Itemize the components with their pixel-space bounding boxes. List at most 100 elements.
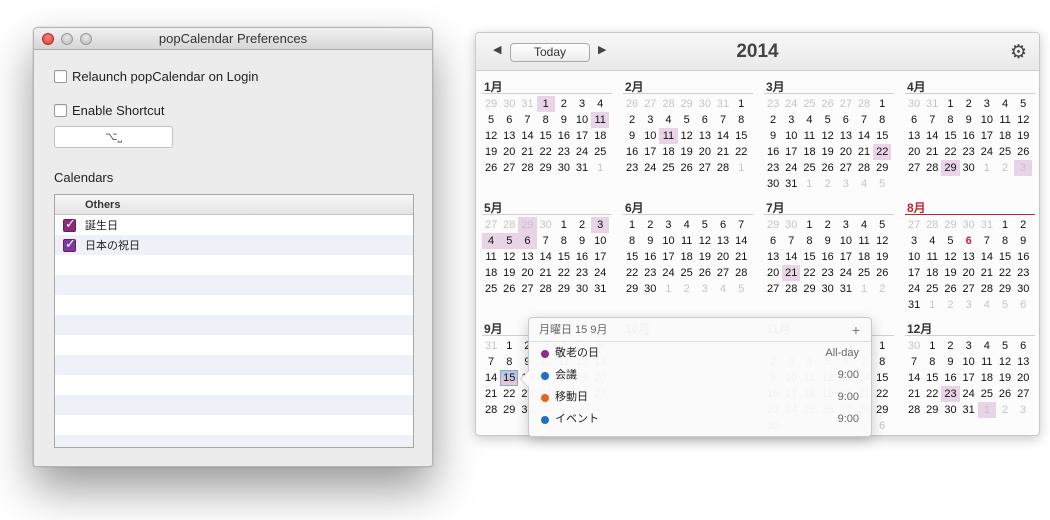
- day-cell[interactable]: 31: [782, 176, 800, 192]
- day-cell[interactable]: 13: [500, 128, 518, 144]
- day-cell[interactable]: 22: [923, 386, 941, 402]
- day-cell[interactable]: 8: [996, 233, 1014, 249]
- day-cell[interactable]: 12: [996, 354, 1014, 370]
- day-cell[interactable]: 28: [978, 281, 996, 297]
- day-cell[interactable]: 11: [678, 233, 696, 249]
- day-cell[interactable]: 4: [923, 233, 941, 249]
- day-cell[interactable]: 22: [800, 265, 818, 281]
- day-cell[interactable]: 3: [696, 281, 714, 297]
- day-cell[interactable]: 9: [555, 112, 573, 128]
- day-cell[interactable]: 23: [641, 265, 659, 281]
- day-cell[interactable]: 27: [905, 160, 923, 176]
- day-cell[interactable]: 15: [500, 370, 519, 386]
- day-cell[interactable]: 20: [1014, 370, 1032, 386]
- day-cell[interactable]: 18: [996, 128, 1014, 144]
- day-cell[interactable]: 12: [819, 128, 837, 144]
- day-cell[interactable]: 24: [591, 265, 609, 281]
- day-cell[interactable]: 8: [537, 112, 555, 128]
- day-cell[interactable]: 30: [819, 281, 837, 297]
- day-cell[interactable]: 29: [623, 281, 641, 297]
- day-cell[interactable]: 7: [855, 112, 873, 128]
- day-cell[interactable]: 14: [782, 249, 800, 265]
- relaunch-checkbox[interactable]: [54, 70, 67, 83]
- day-cell[interactable]: 5: [678, 112, 696, 128]
- day-cell[interactable]: 27: [641, 96, 659, 112]
- day-cell[interactable]: 11: [855, 233, 873, 249]
- day-cell[interactable]: 23: [1014, 265, 1032, 281]
- day-cell[interactable]: 24: [978, 144, 996, 160]
- day-cell[interactable]: 30: [782, 217, 800, 233]
- day-cell[interactable]: 5: [996, 297, 1014, 313]
- day-cell[interactable]: 13: [764, 249, 782, 265]
- day-cell[interactable]: 3: [591, 217, 610, 233]
- day-cell[interactable]: 21: [855, 144, 873, 160]
- day-cell[interactable]: 21: [978, 265, 996, 281]
- day-cell[interactable]: 20: [696, 144, 714, 160]
- day-cell[interactable]: 10: [782, 128, 800, 144]
- day-cell[interactable]: 11: [482, 249, 500, 265]
- day-cell[interactable]: 15: [537, 128, 555, 144]
- day-cell[interactable]: 29: [518, 217, 537, 233]
- day-cell[interactable]: 3: [573, 96, 591, 112]
- shortcut-recorder[interactable]: ⌥⎵: [54, 126, 173, 148]
- day-cell[interactable]: 31: [905, 297, 923, 313]
- day-cell[interactable]: 18: [482, 265, 500, 281]
- day-cell[interactable]: 25: [923, 281, 941, 297]
- day-cell[interactable]: 26: [873, 265, 891, 281]
- day-cell[interactable]: 5: [500, 233, 519, 249]
- day-cell[interactable]: 27: [764, 281, 782, 297]
- day-cell[interactable]: 24: [659, 265, 677, 281]
- day-cell[interactable]: 31: [978, 217, 996, 233]
- day-cell[interactable]: 4: [978, 297, 996, 313]
- day-cell[interactable]: 19: [500, 265, 518, 281]
- day-cell[interactable]: 6: [764, 233, 782, 249]
- day-cell[interactable]: 15: [873, 370, 891, 386]
- day-cell[interactable]: 1: [591, 160, 609, 176]
- day-cell[interactable]: 7: [714, 112, 732, 128]
- day-cell[interactable]: 20: [905, 144, 923, 160]
- day-cell[interactable]: 15: [800, 249, 818, 265]
- day-cell[interactable]: 30: [696, 96, 714, 112]
- day-cell[interactable]: 27: [905, 217, 923, 233]
- day-cell[interactable]: 30: [555, 160, 573, 176]
- day-cell[interactable]: 5: [482, 112, 500, 128]
- day-cell[interactable]: 20: [714, 249, 732, 265]
- day-cell[interactable]: 23: [764, 96, 782, 112]
- calendar-checkbox[interactable]: [63, 216, 76, 232]
- day-cell[interactable]: 17: [905, 265, 923, 281]
- day-cell[interactable]: 7: [732, 217, 750, 233]
- day-cell[interactable]: 31: [837, 281, 855, 297]
- day-cell[interactable]: 31: [518, 96, 536, 112]
- day-cell[interactable]: 3: [837, 217, 855, 233]
- day-cell[interactable]: 17: [782, 144, 800, 160]
- day-cell[interactable]: 13: [1014, 354, 1032, 370]
- day-cell[interactable]: 23: [819, 265, 837, 281]
- day-cell[interactable]: 1: [800, 176, 818, 192]
- day-cell[interactable]: 26: [941, 281, 959, 297]
- day-cell[interactable]: 1: [732, 96, 750, 112]
- day-cell[interactable]: 14: [537, 249, 555, 265]
- day-cell[interactable]: 10: [960, 354, 978, 370]
- day-cell[interactable]: 22: [873, 144, 892, 160]
- day-cell[interactable]: 7: [537, 233, 555, 249]
- day-cell[interactable]: 12: [696, 233, 714, 249]
- day-cell[interactable]: 28: [537, 281, 555, 297]
- day-cell[interactable]: 2: [819, 176, 837, 192]
- day-cell[interactable]: 3: [837, 176, 855, 192]
- day-cell[interactable]: 26: [623, 96, 641, 112]
- day-cell[interactable]: 17: [641, 144, 659, 160]
- day-cell[interactable]: 1: [555, 217, 573, 233]
- day-cell[interactable]: 29: [996, 281, 1014, 297]
- day-cell[interactable]: 3: [960, 338, 978, 354]
- day-cell[interactable]: 22: [732, 144, 750, 160]
- day-cell[interactable]: 1: [855, 281, 873, 297]
- day-cell[interactable]: 2: [555, 96, 573, 112]
- day-cell[interactable]: 26: [482, 160, 500, 176]
- day-cell[interactable]: 11: [978, 354, 996, 370]
- event-item[interactable]: 会議 9:00: [529, 364, 871, 386]
- day-cell[interactable]: 31: [591, 281, 609, 297]
- day-cell[interactable]: 25: [855, 265, 873, 281]
- day-cell[interactable]: 14: [855, 128, 873, 144]
- day-cell[interactable]: 21: [714, 144, 732, 160]
- day-cell[interactable]: 8: [555, 233, 573, 249]
